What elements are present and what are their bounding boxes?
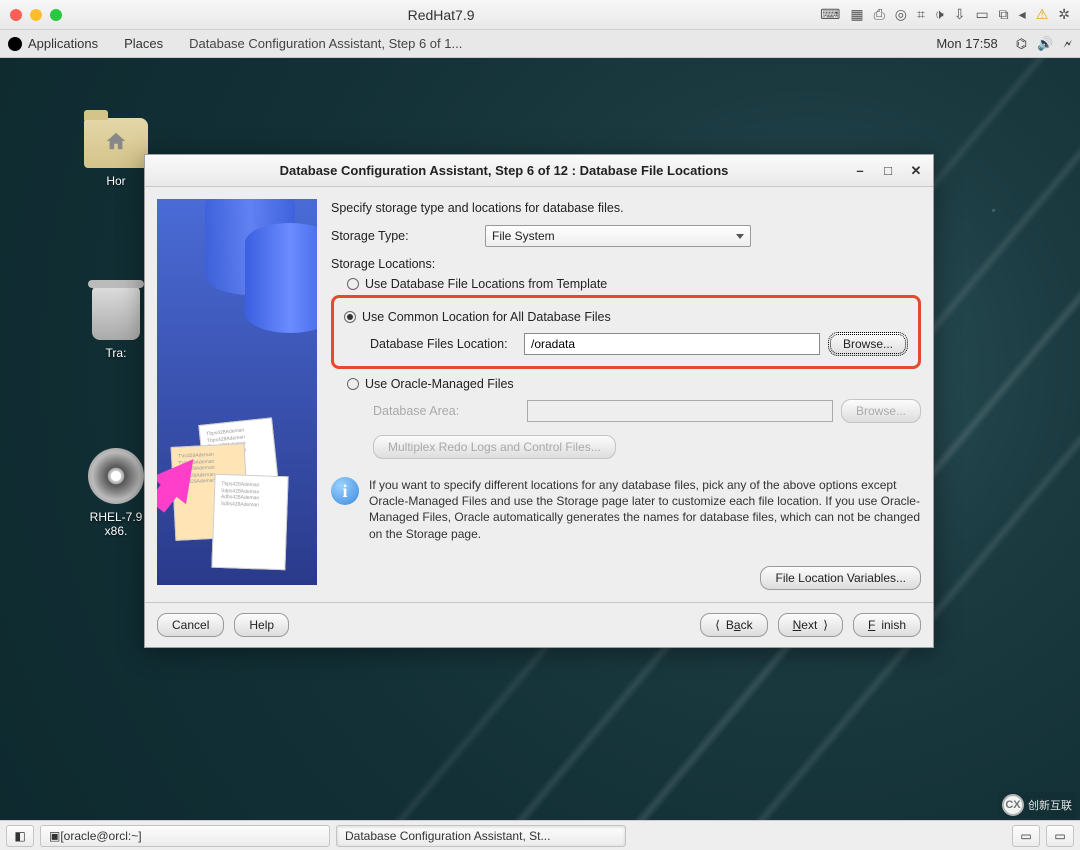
next-button[interactable]: Next⟩ bbox=[778, 613, 843, 637]
finish-button[interactable]: Finish bbox=[853, 613, 921, 637]
info-text: If you want to specify different locatio… bbox=[369, 477, 921, 542]
sound-icon[interactable]: 🕩 bbox=[935, 6, 944, 23]
minimize-mac-icon[interactable] bbox=[30, 9, 42, 21]
dialog-content: Specify storage type and locations for d… bbox=[331, 199, 921, 590]
volume-icon[interactable]: 🔊 bbox=[1037, 36, 1053, 52]
cancel-button[interactable]: Cancel bbox=[157, 613, 224, 637]
db-files-location-input[interactable] bbox=[524, 333, 820, 355]
places-menu[interactable]: Places bbox=[124, 36, 163, 51]
terminal-icon: ▣ bbox=[49, 829, 60, 843]
maximize-button[interactable]: □ bbox=[881, 164, 895, 178]
taskbar-dbca[interactable]: Database Configuration Assistant, St... bbox=[336, 825, 626, 847]
battery-icon[interactable]: 🗲 bbox=[1063, 36, 1072, 52]
dialog-footer: Cancel Help ⟨Back Next⟩ Finish bbox=[145, 602, 933, 647]
applications-menu[interactable]: Applications bbox=[28, 36, 98, 51]
radio-template[interactable]: Use Database File Locations from Templat… bbox=[347, 277, 921, 291]
gnome-tray: ⌬ 🔊 🗲 bbox=[1016, 36, 1072, 52]
watermark-logo-icon: CX bbox=[1002, 794, 1024, 816]
radio-common-label: Use Common Location for All Database Fil… bbox=[362, 310, 611, 324]
redhat-logo-icon[interactable] bbox=[8, 37, 22, 51]
db-files-location-label: Database Files Location: bbox=[370, 337, 516, 351]
cpu-icon[interactable]: ▦ bbox=[850, 6, 863, 23]
db-area-label: Database Area: bbox=[373, 404, 519, 418]
keyboard-icon[interactable]: ⌨ bbox=[820, 6, 840, 23]
taskbar-terminal[interactable]: ▣ [oracle@orcl:~] bbox=[40, 825, 330, 847]
clock[interactable]: Mon 17:58 bbox=[936, 36, 997, 51]
browse-button[interactable]: Browse... bbox=[828, 332, 908, 356]
dialog-titlebar[interactable]: Database Configuration Assistant, Step 6… bbox=[145, 155, 933, 187]
panel-tray-1[interactable]: ▭ bbox=[1012, 825, 1040, 847]
radio-icon bbox=[347, 278, 359, 290]
storage-type-select[interactable]: File System bbox=[485, 225, 751, 247]
tablet-icon[interactable]: ▭ bbox=[975, 6, 988, 23]
multiplex-button: Multiplex Redo Logs and Control Files... bbox=[373, 435, 616, 459]
chevron-left-icon[interactable]: ◂ bbox=[1019, 6, 1026, 23]
info-icon: i bbox=[331, 477, 359, 505]
mac-window-title: RedHat7.9 bbox=[62, 7, 820, 23]
gnome-top-bar: Applications Places Database Configurati… bbox=[0, 30, 1080, 58]
warning-icon[interactable]: ⚠ bbox=[1036, 6, 1049, 23]
mac-titlebar: RedHat7.9 ⌨ ▦ ⎙ ◎ ⌗ 🕩 ⇩ ▭ ⧉ ◂ ⚠ ✲ bbox=[0, 0, 1080, 30]
minimize-button[interactable]: – bbox=[853, 164, 867, 178]
bottom-panel: ◧ ▣ [oracle@orcl:~] Database Configurati… bbox=[0, 820, 1080, 850]
close-mac-icon[interactable] bbox=[10, 9, 22, 21]
trash-glyph-icon bbox=[92, 286, 140, 340]
highlight-annotation: Use Common Location for All Database Fil… bbox=[331, 295, 921, 369]
displays-icon[interactable]: ⧉ bbox=[999, 6, 1009, 23]
desktop: Hor Tra: RHEL-7.9 x86. Database Configur… bbox=[0, 58, 1080, 820]
usb-icon[interactable]: ⎙ bbox=[874, 6, 885, 23]
radio-icon bbox=[344, 311, 356, 323]
panel-tray-2[interactable]: ▭ bbox=[1046, 825, 1074, 847]
help-button[interactable]: Help bbox=[234, 613, 289, 637]
zoom-mac-icon[interactable] bbox=[50, 9, 62, 21]
instruction-text: Specify storage type and locations for d… bbox=[331, 201, 921, 215]
network-icon[interactable]: ⌬ bbox=[1016, 36, 1027, 52]
browse-disabled-button: Browse... bbox=[841, 399, 921, 423]
wizard-side-image: Tbps428Ademan Tbps428Ademan Tbps428Adema… bbox=[157, 199, 317, 585]
radio-omf-label: Use Oracle-Managed Files bbox=[365, 377, 514, 391]
storage-type-label: Storage Type: bbox=[331, 229, 475, 243]
db-area-input bbox=[527, 400, 833, 422]
gear-icon[interactable]: ✲ bbox=[1058, 6, 1070, 23]
watermark: CX 创新互联 bbox=[998, 792, 1076, 818]
folder-icon bbox=[84, 118, 148, 168]
chevron-right-icon: ⟩ bbox=[823, 618, 828, 632]
traffic-lights bbox=[10, 9, 62, 21]
network-card-icon[interactable]: ⌗ bbox=[917, 6, 925, 23]
mic-icon[interactable]: ⇩ bbox=[954, 6, 966, 23]
file-location-variables-button[interactable]: File Location Variables... bbox=[760, 566, 921, 590]
workspace-switcher[interactable]: ◧ bbox=[6, 825, 34, 847]
disc-glyph-icon bbox=[88, 448, 144, 504]
disc-icon[interactable]: ◎ bbox=[895, 6, 907, 23]
back-button[interactable]: ⟨Back bbox=[700, 613, 767, 637]
radio-template-label: Use Database File Locations from Templat… bbox=[365, 277, 607, 291]
active-window-title[interactable]: Database Configuration Assistant, Step 6… bbox=[189, 36, 462, 51]
dialog-title: Database Configuration Assistant, Step 6… bbox=[155, 163, 853, 178]
chevron-left-icon: ⟨ bbox=[715, 618, 720, 632]
storage-locations-label: Storage Locations: bbox=[331, 257, 921, 271]
mac-menu-icons: ⌨ ▦ ⎙ ◎ ⌗ 🕩 ⇩ ▭ ⧉ ◂ ⚠ ✲ bbox=[820, 6, 1070, 23]
dbca-dialog: Database Configuration Assistant, Step 6… bbox=[144, 154, 934, 648]
radio-common[interactable]: Use Common Location for All Database Fil… bbox=[344, 310, 908, 324]
radio-icon bbox=[347, 378, 359, 390]
close-button[interactable]: ✕ bbox=[909, 164, 923, 178]
storage-type-value: File System bbox=[492, 229, 555, 243]
radio-omf[interactable]: Use Oracle-Managed Files bbox=[347, 377, 921, 391]
chevron-down-icon bbox=[736, 234, 744, 239]
